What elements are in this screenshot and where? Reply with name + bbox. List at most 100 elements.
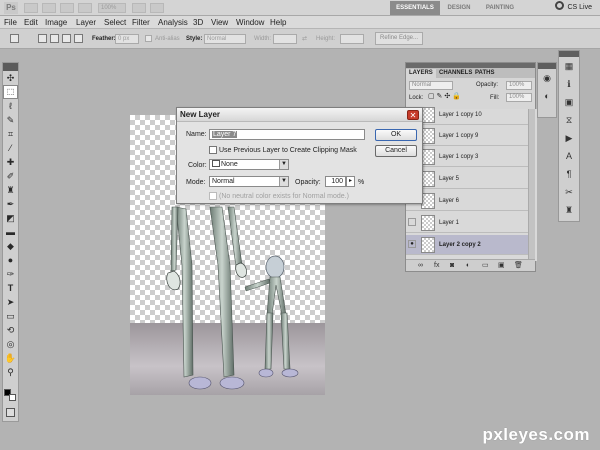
screen-mode-icon[interactable] <box>150 3 164 13</box>
menu-layer[interactable]: Layer <box>76 18 96 27</box>
pen-tool-icon[interactable]: ✑ <box>3 267 18 281</box>
height-input[interactable] <box>340 34 364 44</box>
3d-orbit-tool-icon[interactable]: ◎ <box>3 337 18 351</box>
brush-tool-icon[interactable]: ✐ <box>3 169 18 183</box>
quick-mask-icon[interactable] <box>6 408 15 417</box>
menu-3d[interactable]: 3D <box>193 18 203 27</box>
add-mask-icon[interactable]: ◙ <box>450 262 454 270</box>
fill-input[interactable]: 100% <box>506 93 532 102</box>
launch-bridge-icon[interactable] <box>24 3 38 13</box>
layer-opacity-input[interactable]: 100% <box>506 81 532 90</box>
quick-selection-tool-icon[interactable]: ✎ <box>3 113 18 127</box>
mode-select[interactable]: Normal ▼ <box>209 176 289 187</box>
zoom-tool-icon[interactable]: ⚲ <box>3 365 18 379</box>
view-extras-icon[interactable] <box>60 3 74 13</box>
marquee-preset-icon[interactable] <box>10 34 19 43</box>
adjustments-panel-icon[interactable]: ◐ <box>538 87 556 105</box>
tab-layers[interactable]: LAYERS <box>406 69 436 78</box>
layer-row[interactable]: Layer 1 copy 9 <box>406 126 530 146</box>
3d-rotate-tool-icon[interactable]: ⟲ <box>3 323 18 337</box>
history-brush-tool-icon[interactable]: ✒ <box>3 197 18 211</box>
dodge-tool-icon[interactable]: ● <box>3 253 18 267</box>
tools-panel-header[interactable] <box>3 63 18 71</box>
eraser-tool-icon[interactable]: ◩ <box>3 211 18 225</box>
clone-source-panel-icon[interactable]: ♜ <box>559 201 579 219</box>
path-selection-tool-icon[interactable]: ➤ <box>3 295 18 309</box>
blur-tool-icon[interactable]: ◆ <box>3 239 18 253</box>
new-selection-icon[interactable] <box>38 34 47 43</box>
background-color-swatch[interactable] <box>9 394 16 401</box>
close-icon[interactable]: ✕ <box>407 110 419 120</box>
menu-file[interactable]: File <box>4 18 17 27</box>
character-panel-icon[interactable]: A <box>559 147 579 165</box>
navigator-panel-icon[interactable]: ▣ <box>559 93 579 111</box>
history-panel-icon[interactable]: ⧖ <box>559 111 579 129</box>
lock-icons[interactable]: ▢ ✎ ✣ 🔒 <box>428 93 461 101</box>
crop-tool-icon[interactable]: ⌗ <box>3 127 18 141</box>
menu-help[interactable]: Help <box>270 18 286 27</box>
eyedropper-tool-icon[interactable]: ⁄ <box>3 141 18 155</box>
style-select[interactable]: Normal <box>204 34 246 44</box>
workspace-painting[interactable]: PAINTING <box>480 1 520 15</box>
zoom-level[interactable]: 100% <box>98 3 126 13</box>
opacity-slider-toggle-icon[interactable]: ▸ <box>346 176 355 187</box>
width-input[interactable] <box>273 34 297 44</box>
trash-icon[interactable]: 🗑 <box>514 262 523 270</box>
arrange-documents-icon[interactable] <box>132 3 146 13</box>
workspace-design[interactable]: DESIGN <box>442 1 476 15</box>
hand-tool-icon[interactable]: ✋ <box>3 351 18 365</box>
paragraph-panel-icon[interactable]: ¶ <box>559 165 579 183</box>
intersect-selection-icon[interactable] <box>74 34 83 43</box>
layer-row[interactable]: Layer 1 copy 10 <box>406 105 530 125</box>
menu-filter[interactable]: Filter <box>132 18 150 27</box>
info-panel-icon[interactable]: ℹ <box>559 75 579 93</box>
opacity-input[interactable]: 100 <box>325 176 346 187</box>
link-layers-icon[interactable]: ∞ <box>418 262 423 270</box>
gradient-tool-icon[interactable]: ▬ <box>3 225 18 239</box>
blend-mode-select[interactable]: Normal <box>409 81 453 90</box>
type-tool-icon[interactable]: T <box>3 281 18 295</box>
layer-row[interactable]: Layer 6 <box>406 191 530 211</box>
layer-row[interactable]: Layer 1 <box>406 213 530 233</box>
zoom-icon[interactable] <box>78 3 92 13</box>
cs-live-button[interactable]: CS Live <box>555 1 592 15</box>
color-select[interactable]: None ▼ <box>209 159 289 170</box>
subtract-from-selection-icon[interactable] <box>62 34 71 43</box>
add-to-selection-icon[interactable] <box>50 34 59 43</box>
layer-name-input[interactable]: Layer 7 <box>209 129 365 140</box>
adjustment-layer-icon[interactable]: ◐ <box>466 262 470 270</box>
feather-input[interactable]: 0 px <box>115 34 139 44</box>
new-group-icon[interactable]: ▭ <box>482 262 489 270</box>
layer-row[interactable]: ● Layer 2 copy 2 <box>406 235 530 255</box>
antialias-checkbox[interactable] <box>145 35 152 42</box>
tab-channels[interactable]: CHANNELS <box>436 69 475 78</box>
menu-select[interactable]: Select <box>104 18 126 27</box>
swap-icon[interactable]: ⇄ <box>302 35 307 43</box>
tab-paths[interactable]: PATHS <box>472 69 497 78</box>
menu-edit[interactable]: Edit <box>24 18 38 27</box>
layer-row[interactable]: Layer 5 <box>406 169 530 189</box>
menu-analysis[interactable]: Analysis <box>158 18 188 27</box>
healing-brush-tool-icon[interactable]: ✚ <box>3 155 18 169</box>
menu-window[interactable]: Window <box>236 18 264 27</box>
visibility-toggle[interactable] <box>408 218 416 226</box>
actions-panel-icon[interactable]: ▶ <box>559 129 579 147</box>
eye-icon[interactable]: ● <box>408 240 416 248</box>
menu-view[interactable]: View <box>211 18 228 27</box>
histogram-panel-icon[interactable]: ▦ <box>559 57 579 75</box>
move-tool-icon[interactable]: ✣ <box>3 71 18 85</box>
ok-button[interactable]: OK <box>375 129 417 141</box>
menu-image[interactable]: Image <box>45 18 67 27</box>
clone-stamp-tool-icon[interactable]: ♜ <box>3 183 18 197</box>
launch-minibridge-icon[interactable] <box>42 3 56 13</box>
tool-presets-panel-icon[interactable]: ✂ <box>559 183 579 201</box>
layer-row[interactable]: Layer 1 copy 3 <box>406 147 530 167</box>
cancel-button[interactable]: Cancel <box>375 145 417 157</box>
workspace-essentials[interactable]: ESSENTIALS <box>390 1 440 15</box>
layers-scrollbar[interactable] <box>528 109 535 261</box>
refine-edge-button[interactable]: Refine Edge... <box>375 32 424 45</box>
new-layer-icon[interactable]: ▣ <box>498 262 505 270</box>
clipping-mask-checkbox[interactable] <box>209 146 217 154</box>
3d-panel-icon[interactable]: ◉ <box>538 69 556 87</box>
layer-style-icon[interactable]: fx <box>434 262 439 270</box>
